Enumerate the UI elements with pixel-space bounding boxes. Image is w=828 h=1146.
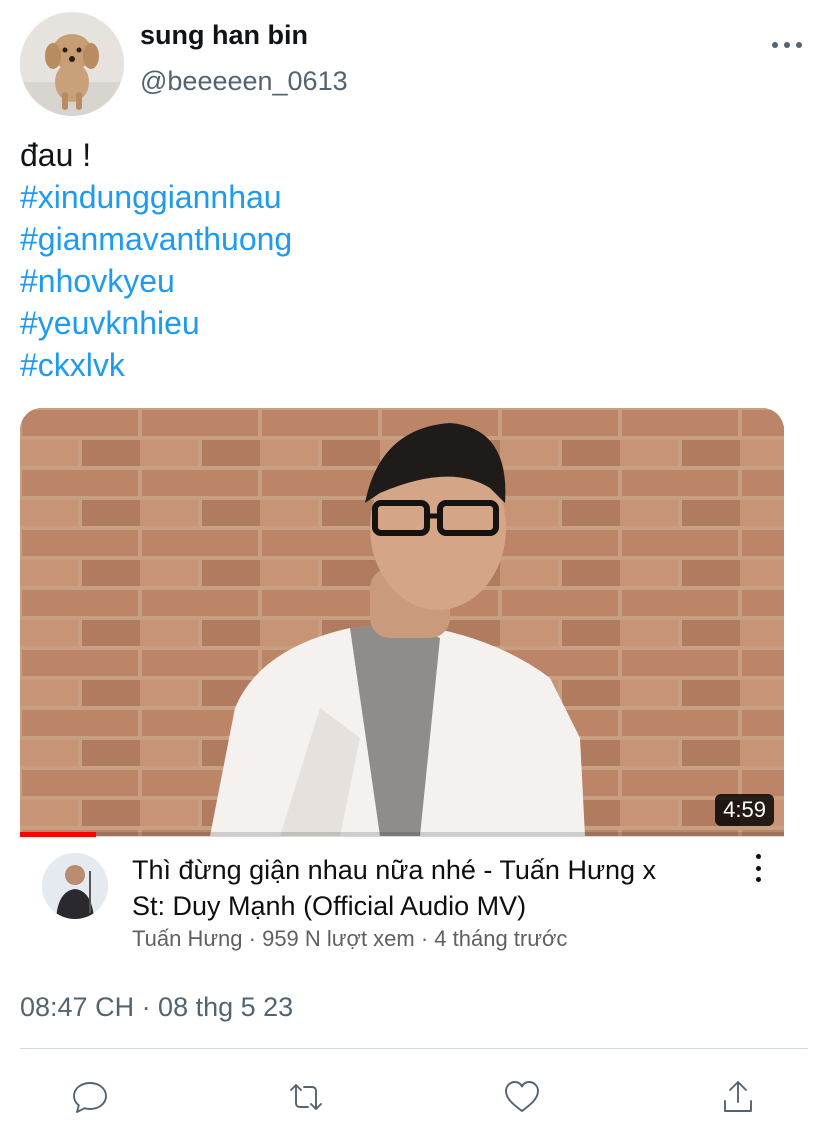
vertical-dots-icon [755, 854, 761, 859]
retweet-button[interactable] [279, 1070, 333, 1124]
like-button[interactable] [495, 1070, 549, 1124]
video-title[interactable]: Thì đừng giận nhau nữa nhé - Tuấn Hưng x… [132, 852, 732, 924]
tweet-text-line: đau ! [20, 137, 92, 173]
hashtag-link[interactable]: #gianmavanthuong [20, 218, 292, 260]
retweet-icon [290, 1084, 322, 1110]
more-dots-icon [772, 42, 778, 48]
heart-icon [505, 1081, 539, 1112]
youtube-video-card[interactable]: 4:59 Thì đừng giận nhau nữa nhé - Tuấn H… [20, 408, 784, 958]
display-name[interactable]: sung han bin [140, 20, 308, 51]
video-thumbnail[interactable]: 4:59 [20, 408, 784, 836]
action-bar [0, 1070, 828, 1124]
reply-button[interactable] [63, 1070, 117, 1124]
card-menu-button[interactable] [753, 854, 763, 882]
channel-avatar[interactable] [42, 853, 108, 919]
hashtag-link[interactable]: #xindunggiannhau [20, 176, 292, 218]
hashtag-link[interactable]: #ckxlvk [20, 344, 292, 386]
user-handle[interactable]: @beeeeen_0613 [140, 66, 348, 97]
hashtag-link[interactable]: #nhovkyeu [20, 260, 292, 302]
tweet-timestamp[interactable]: 08:47 CH · 08 thg 5 23 [20, 992, 293, 1023]
channel-avatar-image [42, 853, 108, 919]
reply-icon [73, 1082, 107, 1113]
thumbnail-image [20, 408, 784, 836]
video-title-line: St: Duy Mạnh (Official Audio MV) [132, 891, 527, 921]
video-duration-badge: 4:59 [715, 794, 774, 826]
more-options-button[interactable] [772, 38, 802, 52]
video-title-line: Thì đừng giận nhau nữa nhé - Tuấn Hưng x [132, 855, 657, 885]
tweet-text: đau ! #xindunggiannhau #gianmavanthuong … [20, 134, 292, 386]
video-meta: Tuấn Hưng · 959 N lượt xem · 4 tháng trư… [132, 926, 568, 951]
video-progress-fill [20, 832, 97, 837]
share-button[interactable] [711, 1070, 765, 1124]
dog-avatar-image [20, 12, 124, 116]
profile-avatar[interactable] [20, 12, 124, 116]
hashtag-link[interactable]: #yeuvknhieu [20, 302, 292, 344]
divider [20, 1048, 808, 1049]
video-progress-bar [20, 832, 784, 837]
share-icon [724, 1081, 752, 1112]
